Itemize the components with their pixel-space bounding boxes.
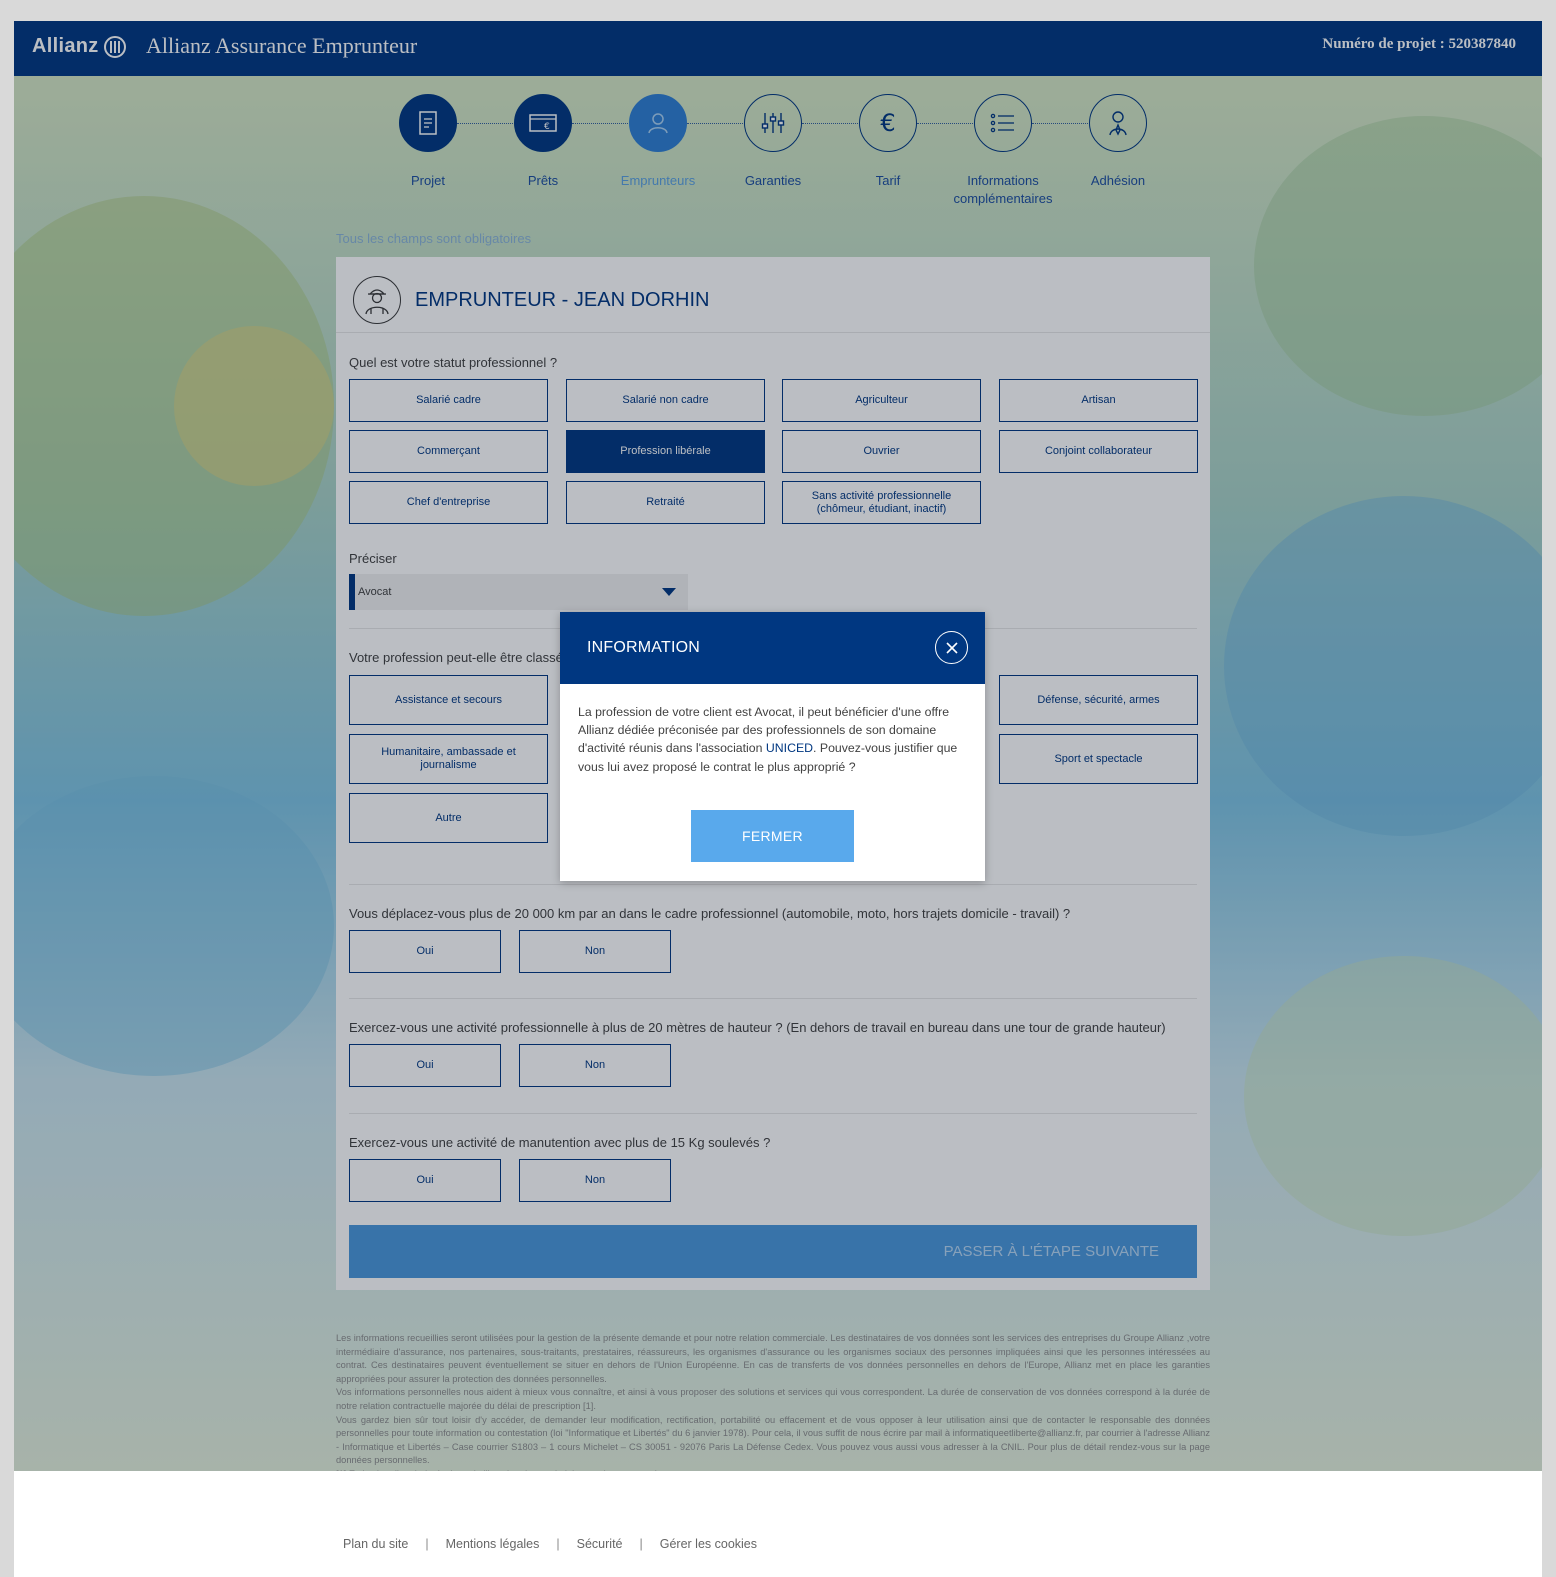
footer-link-securite[interactable]: Sécurité <box>577 1537 623 1551</box>
close-icon[interactable] <box>935 631 968 664</box>
app-window: Allianz Allianz Assurance Emprunteur Num… <box>14 21 1542 1577</box>
uniced-link[interactable]: UNICED <box>766 741 813 755</box>
modal-title: INFORMATION <box>587 639 701 656</box>
footer-link-cookies[interactable]: Gérer les cookies <box>660 1537 757 1551</box>
footer-separator: | <box>425 1537 429 1551</box>
fermer-button[interactable]: FERMER <box>691 810 854 862</box>
footer-separator: | <box>639 1537 643 1551</box>
modal-message: La profession de votre client est Avocat… <box>578 703 970 776</box>
footer-separator: | <box>556 1537 560 1551</box>
footer: Plan du site | Mentions légales | Sécuri… <box>14 1471 1542 1577</box>
information-modal: INFORMATION La profession de votre clien… <box>560 612 985 881</box>
footer-links: Plan du site | Mentions légales | Sécuri… <box>343 1537 757 1551</box>
footer-link-plan-du-site[interactable]: Plan du site <box>343 1537 408 1551</box>
footer-link-mentions-legales[interactable]: Mentions légales <box>446 1537 540 1551</box>
modal-header: INFORMATION <box>560 612 985 684</box>
